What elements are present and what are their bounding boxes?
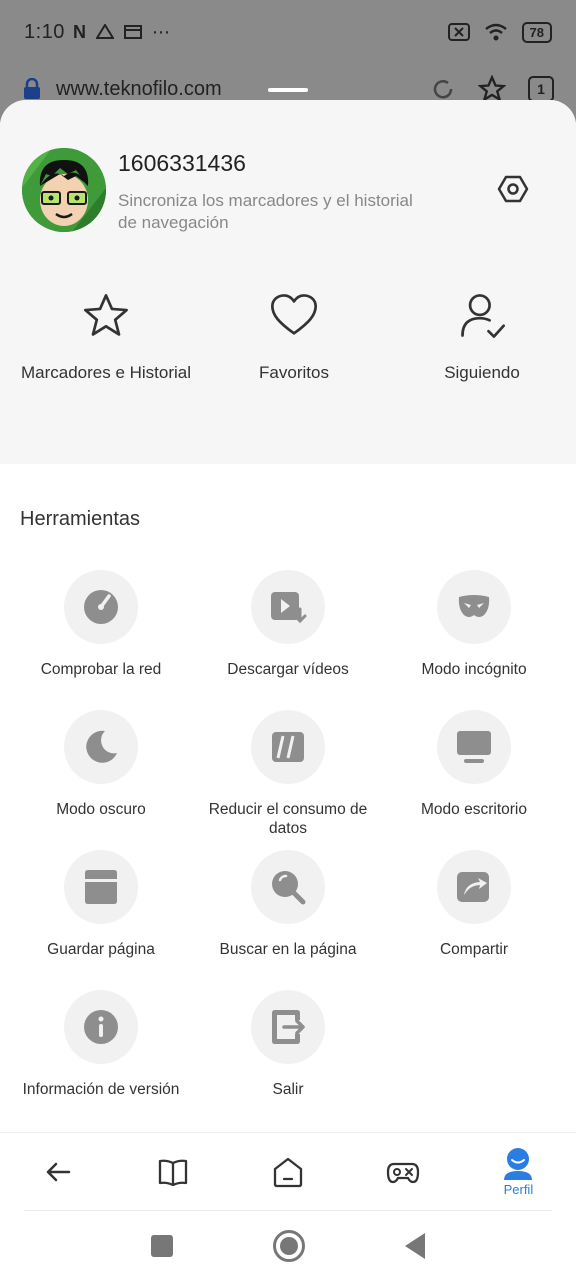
tool-circle [437,570,511,644]
profile-sheet: 1606331436 Sincroniza los marcadores y e… [0,100,576,1280]
home-dot-icon [280,1237,298,1255]
user-check-icon [461,294,506,338]
nav-back-button[interactable] [0,1133,115,1210]
tool-label: Reducir el consumo de datos [208,801,368,837]
moon-icon [86,730,117,763]
netflix-icon: N [72,21,86,42]
find-in-page-icon [272,871,306,905]
back-system-button[interactable] [405,1233,425,1259]
tool-label: Buscar en la página [219,941,357,958]
status-icons: N ⋯ [73,22,170,43]
avatar-image [22,148,106,232]
home-system-button[interactable] [273,1230,305,1262]
quick-actions: Marcadores e Historial Favoritos Siguien… [0,290,576,383]
quick-following[interactable]: Siguiendo [388,290,576,383]
nav-home-button[interactable] [230,1133,345,1210]
tool-circle [251,570,325,644]
book-icon [158,1159,187,1186]
tool-label: Compartir [439,941,509,958]
tool-exit[interactable]: Salir [195,990,381,1099]
tool-label: Salir [272,1081,304,1098]
tool-label: Información de versión [22,1081,180,1098]
video-download-icon [271,592,307,624]
gamepad-icon [387,1162,420,1183]
bookmark-star-icon [478,75,506,103]
avatar[interactable] [22,148,106,232]
desktop-icon [457,731,491,763]
share-icon [457,872,489,902]
tool-version-info[interactable]: Información de versión [8,990,194,1099]
quick-label: Siguiendo [444,363,520,382]
quick-bookmarks-history[interactable]: Marcadores e Historial [12,290,200,383]
arrow-left-icon [46,1162,70,1181]
tool-circle [251,990,325,1064]
tool-circle [64,850,138,924]
status-bar: 1:10 N ⋯ 78 [0,0,576,64]
save-icon [85,870,117,904]
data-saver-icon [272,732,304,762]
info-icon [84,1010,118,1044]
tool-label: Modo incógnito [421,661,527,678]
tool-label: Descargar vídeos [227,661,349,678]
tool-label: Modo escritorio [421,801,527,818]
tool-label: Guardar página [47,941,155,958]
exit-icon [272,1010,305,1044]
quick-favorites[interactable]: Favoritos [200,290,388,383]
tool-circle [251,710,325,784]
tool-check-network[interactable]: Comprobar la red [8,570,194,679]
quick-label: Favoritos [259,363,329,382]
tool-circle [437,710,511,784]
tool-share[interactable]: Compartir [381,850,567,959]
tool-circle [64,710,138,784]
no-sim-icon [447,23,470,41]
tool-incognito[interactable]: Modo incógnito [381,570,567,679]
tool-save-page[interactable]: Guardar página [8,850,194,959]
divider [24,1210,552,1211]
more-notifications-icon: ⋯ [151,21,170,42]
star-icon [84,294,128,336]
nav-profile-button[interactable]: Perfil [461,1133,576,1210]
system-navigation-bar [0,1212,576,1280]
tool-label: Comprobar la red [40,661,162,678]
wifi-icon [484,23,507,41]
nav-games-button[interactable] [346,1133,461,1210]
sync-description[interactable]: Sincroniza los marcadores y el historial… [118,190,418,234]
reload-icon [433,80,453,99]
profile-header: 1606331436 Sincroniza los marcadores y e… [0,100,576,464]
tab-count: 1 [528,76,554,102]
tool-download-videos[interactable]: Descargar vídeos [195,570,381,679]
user-id[interactable]: 1606331436 [118,150,246,177]
tool-circle [64,990,138,1064]
heart-icon [270,294,318,335]
nav-bookmarks-button[interactable] [115,1133,230,1210]
drive-icon [95,24,114,39]
recents-button[interactable] [151,1235,173,1257]
sheet-drag-handle[interactable] [268,88,308,92]
mask-icon [458,595,490,617]
calendar-icon [123,25,142,39]
tool-circle [437,850,511,924]
battery-indicator: 78 [521,21,552,43]
tools-section-title: Herramientas [20,508,141,530]
home-icon [273,1157,303,1187]
bottom-navigation: Perfil [0,1132,576,1210]
profile-icon [504,1148,533,1180]
tool-data-saver[interactable]: Reducir el consumo de datos [195,710,381,838]
tool-label: Modo oscuro [56,801,146,818]
url-text: www.teknofilo.com [56,77,222,100]
quick-label: Marcadores e Historial [20,363,192,382]
speedometer-icon [84,590,118,624]
tool-find-in-page[interactable]: Buscar en la página [195,850,381,959]
status-time: 1:10 [24,20,65,43]
settings-button[interactable] [496,172,530,206]
tool-circle [64,570,138,644]
tool-desktop-mode[interactable]: Modo escritorio [381,710,567,819]
settings-hexagon-icon [497,175,529,203]
lock-icon [24,78,40,99]
nav-profile-label: Perfil [503,1182,534,1197]
tool-circle [251,850,325,924]
tool-dark-mode[interactable]: Modo oscuro [8,710,194,819]
